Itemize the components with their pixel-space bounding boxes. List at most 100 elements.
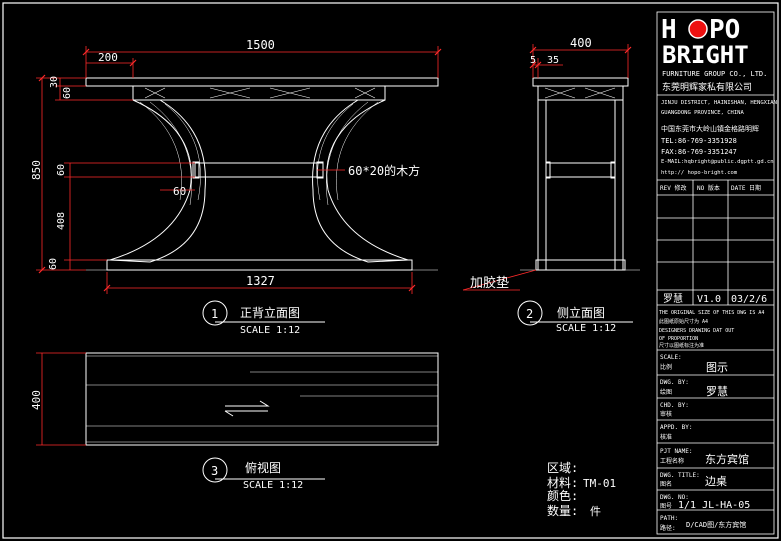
front-apron-diagonals xyxy=(144,87,376,99)
svg-text:罗慧: 罗慧 xyxy=(663,292,683,305)
svg-text:件: 件 xyxy=(590,505,601,518)
svg-text:OF PROPORTION: OF PROPORTION xyxy=(659,336,698,342)
svg-text:中国东莞市大岭山镇金格路明辉: 中国东莞市大岭山镇金格路明辉 xyxy=(661,124,759,133)
side-stretcher xyxy=(545,162,616,178)
svg-text:东方宾馆: 东方宾馆 xyxy=(705,452,749,466)
front-tabletop xyxy=(85,77,439,87)
svg-text:PATH:: PATH: xyxy=(660,515,678,522)
dim-60-top: 60 xyxy=(62,87,73,99)
svg-text:SCALE 1:12: SCALE 1:12 xyxy=(240,325,300,336)
svg-text:SCALE 1:12: SCALE 1:12 xyxy=(243,480,303,491)
front-left-leg-grain xyxy=(139,101,201,206)
svg-text:侧立面图: 侧立面图 xyxy=(557,305,605,320)
svg-text:罗慧: 罗慧 xyxy=(706,384,728,398)
svg-text:边桌: 边桌 xyxy=(705,475,727,488)
svg-text:审核: 审核 xyxy=(660,410,672,418)
svg-text:颜色:: 颜色: xyxy=(547,488,578,503)
rubber-pad-note: 加胶垫 xyxy=(470,275,509,291)
svg-text:SCALE:: SCALE: xyxy=(660,354,682,361)
side-view xyxy=(520,77,640,271)
dim-850: 850 xyxy=(30,160,43,180)
drawing-notes: THE ORIGINAL SIZE OF THIS DWG IS A4 此图纸原… xyxy=(659,310,764,349)
svg-text:REV 修改: REV 修改 xyxy=(660,184,686,192)
dim-408: 408 xyxy=(56,212,67,230)
svg-text:JINJU DISTRICT, HAINISHAN, HEN: JINJU DISTRICT, HAINISHAN, HENGXIAN xyxy=(661,100,777,106)
svg-text:DATE 日期: DATE 日期 xyxy=(731,184,761,192)
dim-1327: 1327 xyxy=(246,274,275,288)
svg-text:1: 1 xyxy=(211,307,218,321)
view-label-top: 3 俯视图 SCALE 1:12 xyxy=(202,457,325,491)
front-left-leg xyxy=(109,99,206,263)
svg-text:3: 3 xyxy=(211,464,218,478)
svg-text:正背立面图: 正背立面图 xyxy=(240,305,300,320)
side-base xyxy=(535,259,626,271)
dim-side-400: 400 xyxy=(570,36,592,50)
top-outline xyxy=(85,352,439,446)
svg-text:绘图: 绘图 xyxy=(660,388,672,396)
dim-60-rail: 60 xyxy=(56,164,67,176)
front-apron xyxy=(132,85,386,101)
svg-text:V1.0: V1.0 xyxy=(697,294,721,305)
svg-text:APPD. BY:: APPD. BY: xyxy=(660,424,693,431)
svg-text:DESIGNERS DRAWING DAT OUT: DESIGNERS DRAWING DAT OUT xyxy=(659,328,734,334)
svg-text:图号: 图号 xyxy=(660,503,672,510)
svg-text:BRIGHT: BRIGHT xyxy=(662,41,749,69)
svg-text:E-MAIL:hqbright@public.dgptt.g: E-MAIL:hqbright@public.dgptt.gd.cn xyxy=(661,159,774,165)
svg-text:http:// hopo-bright.com: http:// hopo-bright.com xyxy=(661,170,738,176)
svg-text:此图纸原始尺寸为 A4: 此图纸原始尺寸为 A4 xyxy=(659,318,708,325)
svg-text:数量:: 数量: xyxy=(547,503,578,518)
svg-text:D/CAD图/东方宾馆: D/CAD图/东方宾馆 xyxy=(686,520,746,529)
cad-drawing: 1500 200 1327 850 30 60 60 408 60 60 60*… xyxy=(2,2,779,539)
view-label-side: 2 侧立面图 SCALE 1:12 xyxy=(517,300,633,334)
side-left-leg xyxy=(537,99,547,271)
logo-red-dot xyxy=(688,19,708,39)
side-right-leg xyxy=(614,99,624,271)
dim-top-400: 400 xyxy=(30,390,43,410)
side-apron xyxy=(537,85,624,101)
svg-text:区域:: 区域: xyxy=(547,461,578,475)
dim-side-35: 35 xyxy=(547,55,559,66)
svg-text:THE ORIGINAL SIZE OF THIS DWG: THE ORIGINAL SIZE OF THIS DWG IS A4 xyxy=(659,310,764,316)
dim-side-5: 5 xyxy=(530,55,536,66)
svg-text:材料:: 材料: xyxy=(547,476,578,490)
brand-tagline-en: FURNITURE GROUP CO., LTD. xyxy=(662,70,767,78)
view-label-front: 1 正背立面图 SCALE 1:12 xyxy=(202,300,325,336)
svg-text:03/2/6: 03/2/6 xyxy=(731,294,767,305)
svg-text:PJT NAME:: PJT NAME: xyxy=(660,448,693,455)
svg-text:TEL:86-769-3351928: TEL:86-769-3351928 xyxy=(661,137,737,145)
svg-text:1/1 JL-HA-05: 1/1 JL-HA-05 xyxy=(678,500,750,511)
svg-text:图示: 图示 xyxy=(706,361,728,374)
svg-text:尺寸以图纸标注为准: 尺寸以图纸标注为准 xyxy=(659,342,704,349)
svg-text:CHD. BY:: CHD. BY: xyxy=(660,402,689,409)
dim-30: 30 xyxy=(49,76,60,88)
dim-60-post: 60 xyxy=(173,185,186,198)
svg-text:SCALE 1:12: SCALE 1:12 xyxy=(556,323,616,334)
svg-text:TM-01: TM-01 xyxy=(583,477,616,490)
wood-note: 60*20的木方 xyxy=(348,163,420,178)
svg-text:工程名称: 工程名称 xyxy=(660,457,684,465)
svg-text:比例: 比例 xyxy=(660,363,672,371)
front-right-leg-grain xyxy=(317,101,379,206)
company-logo: H PO BRIGHT xyxy=(661,15,749,69)
svg-text:2: 2 xyxy=(526,307,533,321)
svg-text:DWG. BY:: DWG. BY: xyxy=(660,379,689,386)
svg-text:路径:: 路径: xyxy=(660,524,676,532)
side-tabletop xyxy=(532,77,629,87)
top-dimensions xyxy=(36,352,86,446)
svg-text:FAX:86-769-3351247: FAX:86-769-3351247 xyxy=(661,148,737,156)
company-info: JINJU DISTRICT, HAINISHAN, HENGXIAN GUAN… xyxy=(661,100,777,176)
svg-text:俯视图: 俯视图 xyxy=(245,460,281,475)
front-stretcher-peg-left xyxy=(192,161,200,179)
grain-direction-arrow xyxy=(224,400,270,417)
svg-text:GUANGDONG PROVINCE, CHINA: GUANGDONG PROVINCE, CHINA xyxy=(661,110,744,116)
brand-tagline-cn: 东莞明辉家私有限公司 xyxy=(662,81,752,93)
svg-text:DWG. TITLE:: DWG. TITLE: xyxy=(660,472,700,479)
svg-text:NO 版本: NO 版本 xyxy=(697,184,720,192)
front-stretcher xyxy=(194,162,324,178)
svg-text:核准: 核准 xyxy=(660,433,672,441)
revision-table: REV 修改 NO 版本 DATE 日期 罗慧 V1.0 03/2/6 xyxy=(660,184,767,305)
material-info: 区域: 材料: TM-01 颜色: 数量: 件 xyxy=(547,461,616,518)
dim-60-base: 60 xyxy=(48,258,59,270)
svg-text:图名: 图名 xyxy=(660,480,672,488)
dim-200: 200 xyxy=(98,51,118,64)
